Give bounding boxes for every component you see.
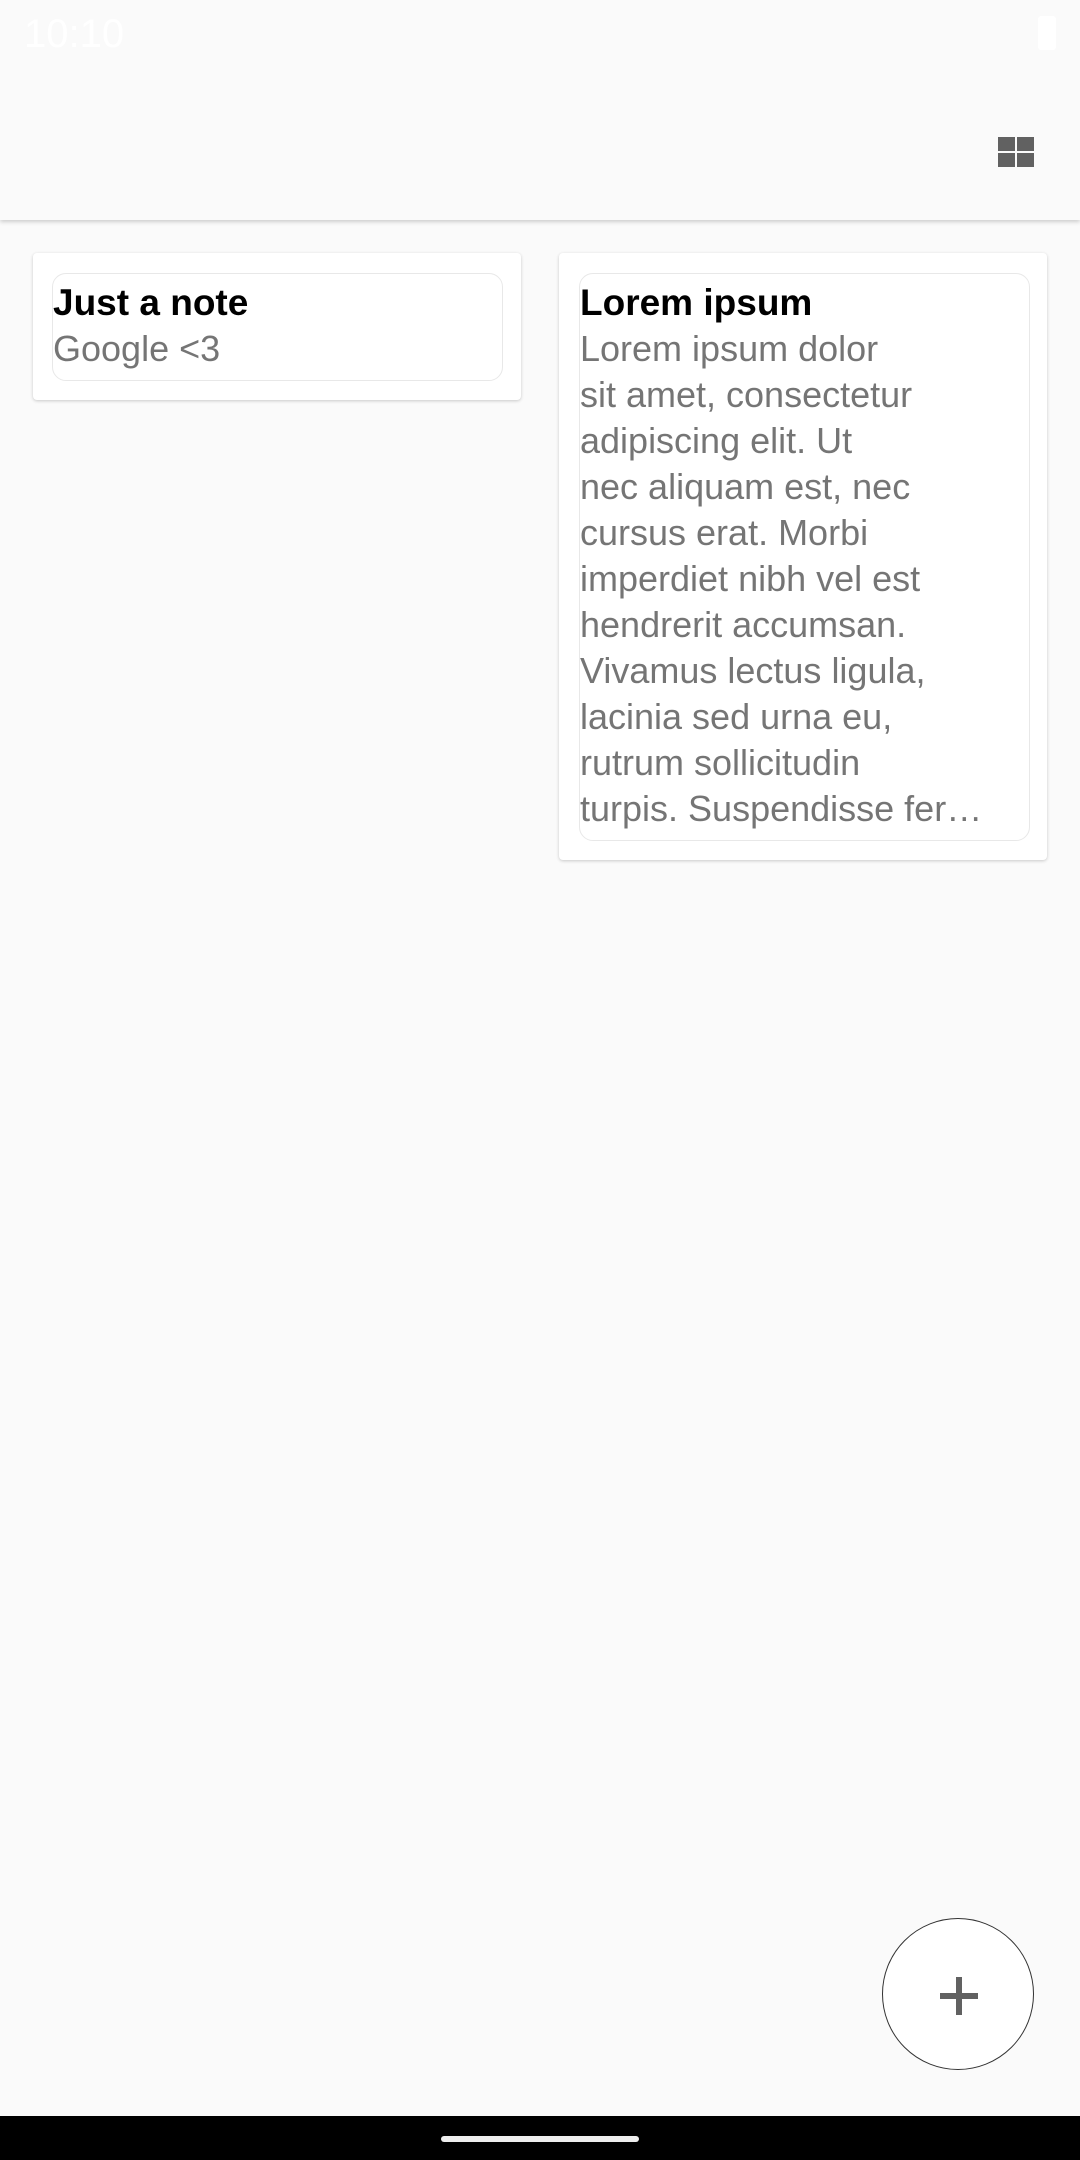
layout-toggle-button[interactable] [990, 128, 1042, 176]
grid-view-icon-cell [1017, 137, 1034, 151]
note-card[interactable]: Just a note Google <3 [33, 253, 521, 400]
note-body-line: imperdiet nibh vel est [580, 558, 921, 599]
note-body-line: Lorem ipsum dolor [580, 328, 879, 369]
note-body: Google <3 [53, 326, 502, 372]
note-body-line: sit amet, consectetur [580, 374, 913, 415]
note-body-line: cursus erat. Morbi [580, 512, 869, 553]
note-body-line: rutrum sollicitudin [580, 742, 861, 783]
note-body-line: turpis. Suspendisse fer… [580, 788, 983, 829]
note-body-line: adipiscing elit. Ut [580, 420, 853, 461]
note-content: Lorem ipsum Lorem ipsum dolor sit amet, … [579, 273, 1030, 841]
note-body-line: Google <3 [53, 328, 221, 369]
note-title: Lorem ipsum [580, 282, 813, 323]
status-bar: 10:10 [0, 0, 1080, 66]
add-note-button[interactable] [882, 1918, 1034, 2070]
note-body-line: lacinia sed urna eu, [580, 696, 893, 737]
grid-view-icon-cell [1017, 153, 1034, 167]
note-body-line: hendrerit accumsan. [580, 604, 907, 645]
home-handle[interactable] [441, 2136, 639, 2142]
note-body-line: nec aliquam est, nec [580, 466, 911, 507]
status-time: 10:10 [24, 12, 125, 56]
note-content: Just a note Google <3 [52, 273, 503, 381]
note-body-line: Vivamus lectus ligula, [580, 650, 926, 691]
note-card[interactable]: Lorem ipsum Lorem ipsum dolor sit amet, … [559, 253, 1047, 860]
note-title: Just a note [53, 282, 249, 323]
grid-view-icon-cell [998, 153, 1015, 167]
grid-view-icon [998, 137, 1015, 151]
navigation-bar [0, 2116, 1080, 2160]
note-body: Lorem ipsum dolor sit amet, consectetur … [580, 326, 1029, 832]
battery-icon [1038, 16, 1056, 50]
